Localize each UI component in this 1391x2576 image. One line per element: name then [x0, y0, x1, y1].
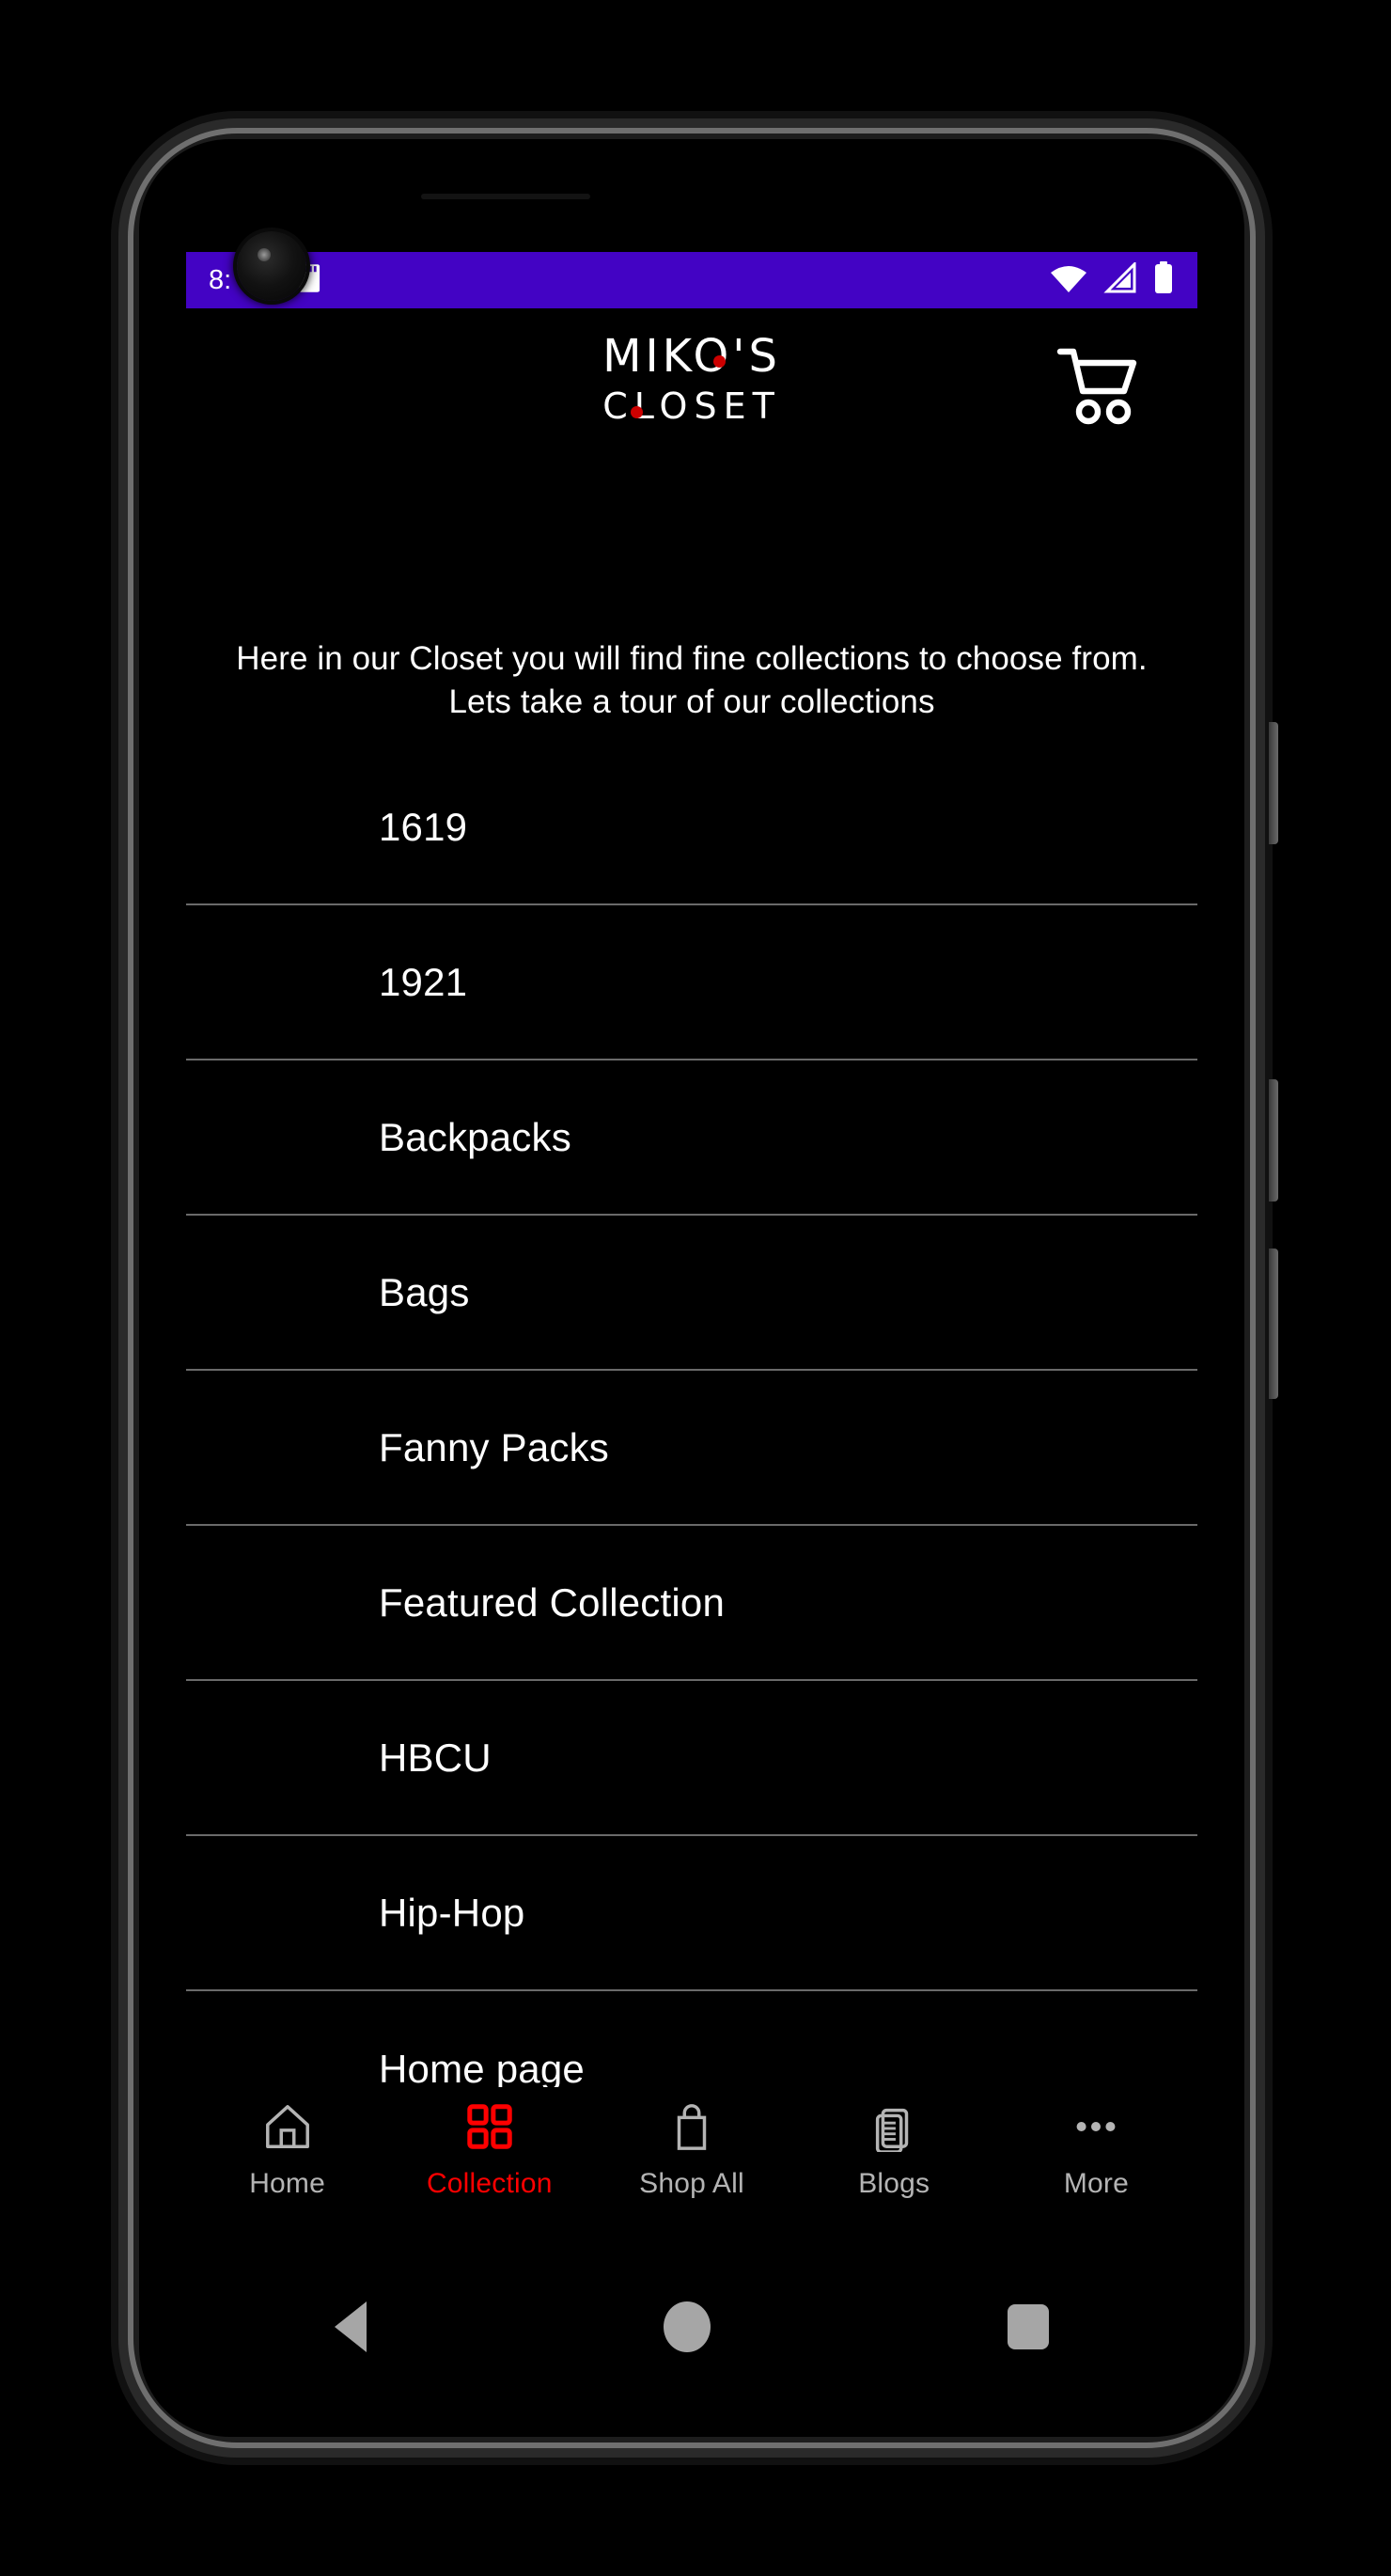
- home-circle-icon[interactable]: [664, 2301, 711, 2352]
- earpiece-speaker: [421, 194, 590, 199]
- list-item-label: 1619: [379, 804, 468, 849]
- tab-label: Blogs: [858, 2168, 930, 2199]
- status-bar: 8:: [186, 252, 1197, 308]
- tab-label: Collection: [426, 2168, 553, 2199]
- list-item[interactable]: Featured Collection: [186, 1526, 1197, 1681]
- logo-accent-dot-o: [713, 355, 727, 368]
- tab-label: Home: [249, 2168, 326, 2199]
- home-icon: [262, 2100, 313, 2153]
- list-item[interactable]: 1619: [186, 750, 1197, 905]
- list-item[interactable]: Hip-Hop: [186, 1836, 1197, 1991]
- logo-line-two-text: CLOSET: [602, 385, 781, 427]
- list-item-label: Bags: [379, 1269, 470, 1314]
- documents-icon: [868, 2100, 919, 2153]
- volume-up-button[interactable]: [1269, 722, 1278, 844]
- tab-label: More: [1063, 2168, 1129, 2199]
- tab-shop-all[interactable]: Shop All: [590, 2100, 792, 2200]
- list-item[interactable]: Bags: [186, 1216, 1197, 1371]
- intro-description: Here in our Closet you will find fine co…: [236, 640, 1148, 721]
- list-item-label: HBCU: [379, 1735, 492, 1780]
- tab-home[interactable]: Home: [186, 2100, 388, 2200]
- list-item[interactable]: Backpacks: [186, 1060, 1197, 1216]
- tab-more[interactable]: More: [995, 2100, 1197, 2200]
- list-item[interactable]: Fanny Packs: [186, 1371, 1197, 1526]
- status-bar-right: [1049, 259, 1175, 300]
- list-item-label: Backpacks: [379, 1114, 571, 1159]
- wifi-icon: [1049, 262, 1088, 299]
- front-camera-punch-hole: [237, 231, 306, 301]
- list-item-label: Featured Collection: [379, 1579, 725, 1625]
- power-button[interactable]: [1269, 1249, 1278, 1399]
- battery-icon: [1152, 260, 1175, 300]
- volume-down-button[interactable]: [1269, 1079, 1278, 1202]
- shopping-cart-button[interactable]: [1055, 342, 1145, 425]
- bottom-tab-bar: Home Collection Shop All Blogs More: [186, 2087, 1197, 2256]
- logo-line-two: CLOSET: [602, 388, 781, 424]
- list-item[interactable]: HBCU: [186, 1681, 1197, 1836]
- tab-collection[interactable]: Collection: [388, 2100, 590, 2200]
- screenshot-root: 8: MIKO'S CLOSET Here in our Closet you …: [0, 0, 1391, 2576]
- list-item-label: Home page: [379, 2046, 585, 2091]
- grid-icon: [464, 2100, 515, 2153]
- collection-list: 1619 1921 Backpacks Bags Fanny Packs Fea…: [186, 750, 1197, 2146]
- back-triangle-icon[interactable]: [335, 2301, 367, 2352]
- brand-logo[interactable]: MIKO'S CLOSET: [602, 334, 781, 424]
- recents-square-icon[interactable]: [1008, 2304, 1049, 2349]
- android-navigation-bar: [186, 2275, 1197, 2379]
- ellipsis-icon: [1071, 2100, 1121, 2153]
- list-item-label: 1921: [379, 959, 468, 1004]
- phone-screen: 8: MIKO'S CLOSET Here in our Closet you …: [139, 139, 1244, 2437]
- list-item[interactable]: 1921: [186, 905, 1197, 1060]
- list-item-label: Hip-Hop: [379, 1890, 525, 1935]
- logo-line-one: MIKO'S: [602, 334, 781, 379]
- list-item-label: Fanny Packs: [379, 1424, 609, 1469]
- shopping-bag-icon: [666, 2100, 717, 2153]
- cellular-signal-icon: [1103, 259, 1137, 299]
- tab-blogs[interactable]: Blogs: [793, 2100, 995, 2200]
- tab-label: Shop All: [639, 2168, 744, 2199]
- app-header: MIKO'S CLOSET: [186, 308, 1197, 449]
- shopping-cart-icon: [1056, 348, 1137, 425]
- logo-line-one-text: MIKO'S: [602, 330, 781, 383]
- status-bar-clock: 8:: [209, 264, 232, 295]
